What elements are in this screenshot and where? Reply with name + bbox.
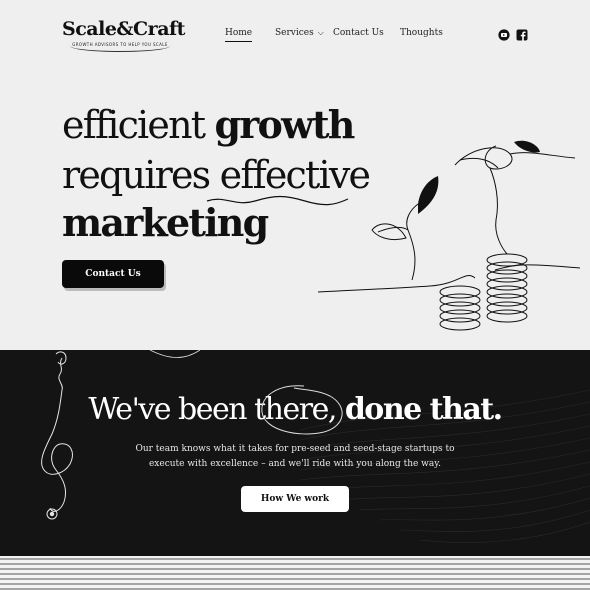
about-section: We've been there, done that. Our team kn… bbox=[0, 350, 590, 556]
there-circle-scribble bbox=[261, 385, 343, 435]
about-heading-we-have-been: We've been bbox=[88, 392, 255, 427]
brand-tagline: GROWTH ADVISORS TO HELP YOU SCALE bbox=[70, 40, 170, 52]
question-mark-illustration bbox=[41, 351, 73, 520]
growth-illustration bbox=[317, 140, 581, 331]
hero-headline-line3: marketing bbox=[62, 204, 269, 242]
striped-footer-band bbox=[0, 556, 590, 590]
contact-us-button[interactable]: Contact Us bbox=[62, 260, 164, 288]
nav-item-contact[interactable]: Contact Us bbox=[333, 28, 384, 38]
about-body-text: Our team knows what it takes for pre-see… bbox=[135, 444, 455, 469]
brand-logo[interactable]: Scale&Craft GROWTH ADVISORS TO HELP YOU … bbox=[62, 18, 185, 52]
site-header: Scale&Craft GROWTH ADVISORS TO HELP YOU … bbox=[0, 0, 590, 70]
youtube-icon[interactable] bbox=[498, 29, 510, 41]
about-heading-done-that: done that. bbox=[335, 392, 503, 427]
nav-item-thoughts[interactable]: Thoughts bbox=[400, 28, 443, 38]
nav-item-services-label: Services bbox=[275, 28, 314, 38]
brand-name: Scale&Craft bbox=[62, 18, 185, 40]
hero-word-requires: requires bbox=[62, 153, 220, 197]
hero-word-efficient: efficient bbox=[62, 103, 215, 147]
nav-item-home[interactable]: Home bbox=[225, 28, 253, 42]
nav-item-services[interactable]: Services ⌵ bbox=[275, 28, 324, 38]
facebook-icon[interactable] bbox=[516, 29, 528, 41]
chevron-down-icon: ⌵ bbox=[317, 28, 324, 37]
hero-word-marketing: marketing bbox=[62, 200, 269, 245]
how-we-work-button[interactable]: How We work bbox=[241, 486, 349, 512]
